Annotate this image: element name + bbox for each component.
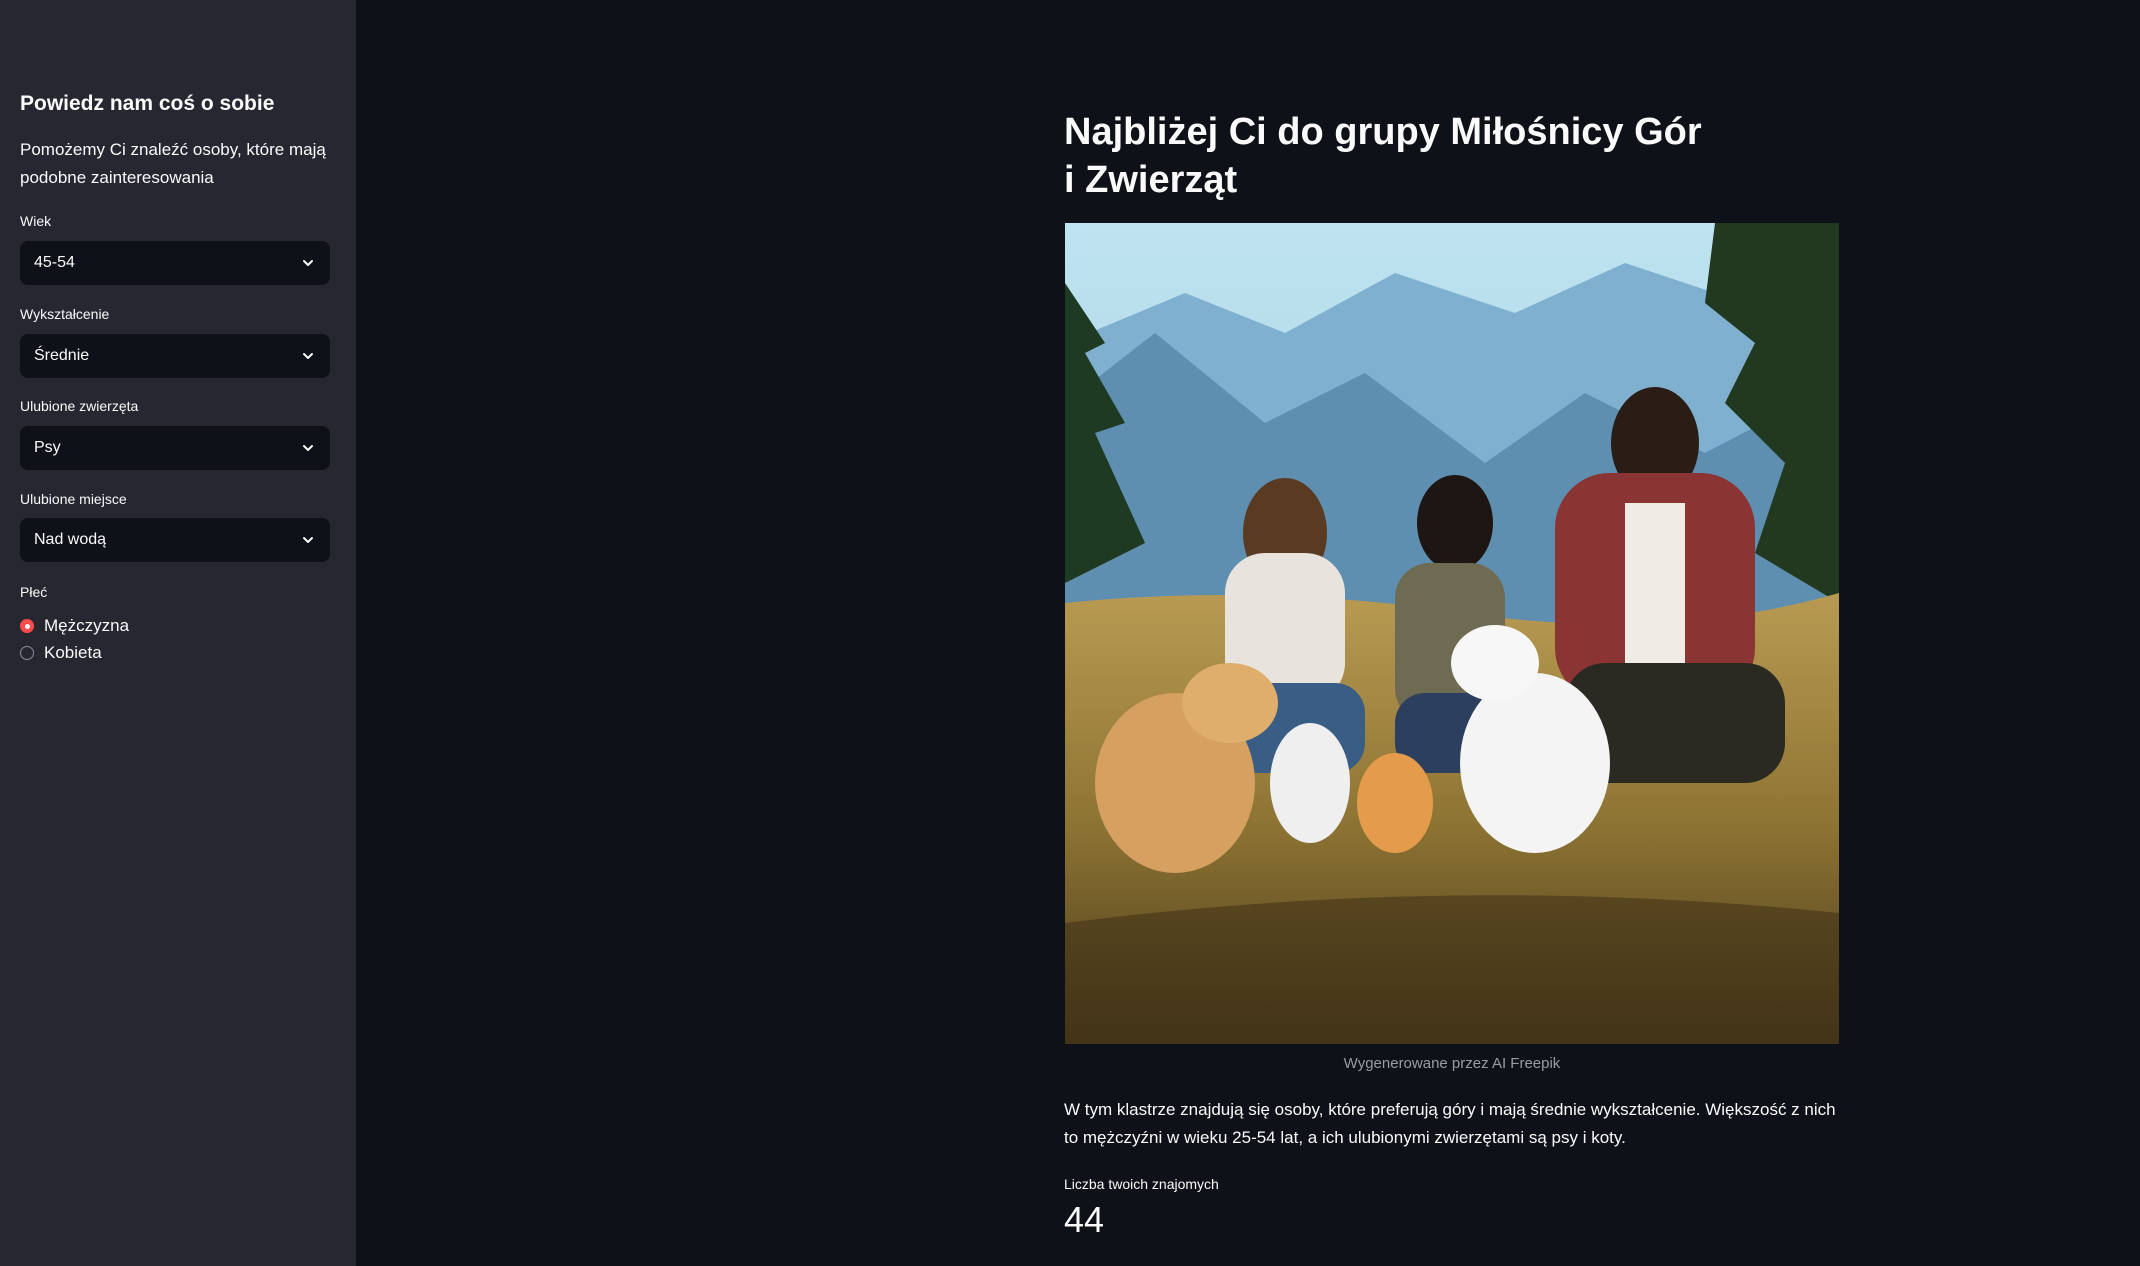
education-select-value: Średnie — [34, 347, 90, 364]
metric-value: 44 — [1064, 1199, 1105, 1240]
photo-illustration — [1065, 223, 1839, 1044]
app: Powiedz nam coś o sobie Pomożemy Ci znal… — [0, 0, 2140, 1266]
sidebar-title: Powiedz nam coś o sobie — [20, 92, 275, 115]
age-select[interactable]: 45-54 — [20, 241, 330, 285]
gender-option-male[interactable]: Mężczyzna — [20, 616, 129, 636]
chevron-down-icon — [303, 353, 313, 359]
animals-label: Ulubione zwierzęta — [20, 398, 139, 414]
place-select-value: Nad wodą — [34, 531, 107, 548]
radio-checked[interactable] — [20, 619, 34, 633]
place-label: Ulubione miejsce — [20, 491, 127, 507]
chevron-down-icon — [303, 537, 313, 543]
chevron-down-icon — [303, 445, 313, 451]
radio-unchecked[interactable] — [20, 646, 34, 660]
education-label: Wykształcenie — [20, 306, 110, 322]
group-photo — [1065, 223, 1839, 1044]
image-caption: Wygenerowane przez AI Freepik — [1343, 1055, 1561, 1072]
sidebar: Powiedz nam coś o sobie Pomożemy Ci znal… — [0, 0, 356, 1266]
gender-option-female[interactable]: Kobieta — [20, 643, 102, 663]
cluster-description: W tym klastrze znajdują się osoby, które… — [1064, 1100, 1836, 1147]
place-select[interactable]: Nad wodą — [20, 518, 330, 562]
gender-option-label: Mężczyzna — [44, 616, 130, 635]
sidebar-description: Pomożemy Ci znaleźć osoby, które mają po… — [20, 140, 326, 187]
animals-select-value: Psy — [34, 439, 61, 456]
gender-option-label: Kobieta — [44, 643, 102, 662]
education-select[interactable]: Średnie — [20, 334, 330, 378]
animals-select[interactable]: Psy — [20, 426, 330, 470]
age-select-value: 45-54 — [34, 254, 75, 271]
page-title: Najbliżej Ci do grupy Miłośnicy Gór i Zw… — [1064, 111, 1702, 201]
chevron-down-icon — [303, 260, 313, 266]
age-label: Wiek — [20, 213, 52, 229]
gender-label: Płeć — [20, 584, 48, 600]
metric-label: Liczba twoich znajomych — [1064, 1176, 1219, 1192]
